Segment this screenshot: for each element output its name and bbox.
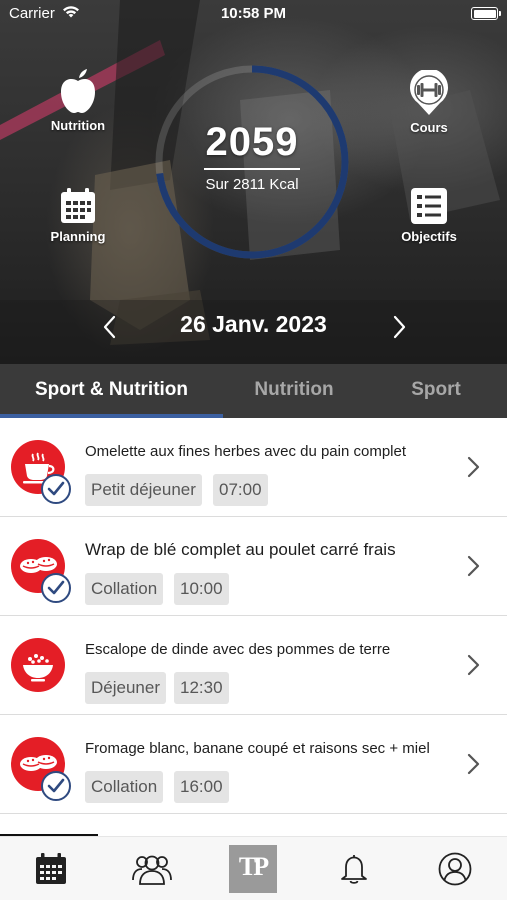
- apple-icon: [61, 69, 95, 113]
- meal-time-tag: 07:00: [213, 474, 268, 506]
- nav-calendar-button[interactable]: [0, 837, 101, 900]
- bell-icon: [340, 855, 367, 884]
- planning-button[interactable]: Planning: [28, 187, 128, 244]
- status-bar: Carrier 10:58 PM: [0, 0, 507, 28]
- meal-row[interactable]: Omelette aux fines herbes avec du pain c…: [0, 418, 507, 517]
- checked-badge: [41, 573, 71, 603]
- meal-type-tag: Déjeuner: [85, 672, 166, 704]
- nav-notifications-button[interactable]: [303, 837, 404, 900]
- check-icon: [47, 580, 65, 595]
- meal-row[interactable]: Fromage blanc, banane coupé et raisons s…: [0, 715, 507, 814]
- dumbbell-pin-icon: [410, 70, 448, 115]
- meal-title: Wrap de blé complet au poulet carré frai…: [85, 540, 396, 559]
- calories-divider: [204, 168, 300, 170]
- calories-value: 2059: [205, 120, 299, 164]
- objectifs-label: Objectifs: [401, 229, 457, 244]
- calendar-icon: [35, 853, 66, 884]
- check-icon: [47, 481, 65, 496]
- group-icon: [131, 855, 172, 885]
- meal-time-tag: 12:30: [174, 672, 229, 704]
- tab-sport[interactable]: Sport: [365, 364, 507, 418]
- calories-total: Sur 2811 Kcal: [205, 176, 299, 193]
- logo-icon: TP: [228, 845, 277, 893]
- planning-label: Planning: [50, 229, 106, 244]
- tab-sport-nutrition[interactable]: Sport & Nutrition: [0, 364, 223, 418]
- cours-label: Cours: [410, 120, 448, 135]
- meal-list: Omelette aux fines herbes avec du pain c…: [0, 418, 507, 814]
- nav-logo-button[interactable]: TP: [202, 837, 303, 900]
- calendar-icon: [61, 188, 95, 223]
- logo-text: TP: [238, 852, 269, 881]
- checked-badge: [41, 771, 71, 801]
- bowl-icon: [23, 654, 53, 682]
- nutrition-button[interactable]: Nutrition: [28, 68, 128, 133]
- nutrition-label: Nutrition: [50, 118, 106, 133]
- check-icon: [47, 778, 65, 793]
- chevron-right-icon: [467, 456, 480, 478]
- hero-header: Carrier 10:58 PM Nutrition Planning Cour…: [0, 0, 507, 364]
- profile-icon: [438, 852, 471, 886]
- meal-time-tag: 10:00: [174, 573, 229, 605]
- meal-icon: [11, 638, 65, 692]
- current-date: 26 Janv. 2023: [180, 311, 327, 337]
- meal-row[interactable]: Wrap de blé complet au poulet carré frai…: [0, 517, 507, 616]
- cours-button[interactable]: Cours: [379, 70, 479, 135]
- meal-row[interactable]: Escalope de dinde avec des pommes de ter…: [0, 616, 507, 715]
- meal-time-tag: 16:00: [174, 771, 229, 803]
- status-time: 10:58 PM: [220, 5, 287, 22]
- checked-badge: [41, 474, 71, 504]
- meal-title: Fromage blanc, banane coupé et raisons s…: [85, 740, 430, 757]
- nav-profile-button[interactable]: [404, 837, 505, 900]
- meal-type-tag: Collation: [85, 771, 164, 803]
- chevron-right-icon: [467, 654, 480, 676]
- objectifs-button[interactable]: Objectifs: [379, 187, 479, 244]
- meal-type-tag: Petit déjeuner: [85, 474, 202, 506]
- calorie-summary: 2059 Sur 2811 Kcal: [150, 60, 354, 264]
- chevron-right-icon: [467, 753, 480, 775]
- tab-nutrition[interactable]: Nutrition: [223, 364, 365, 418]
- tab-bar: Sport & Nutrition Nutrition Sport: [0, 364, 507, 418]
- bottom-nav: TP: [0, 836, 507, 900]
- meal-title: Omelette aux fines herbes avec du pain c…: [85, 443, 407, 460]
- nav-community-button[interactable]: [101, 837, 202, 900]
- meal-title: Escalope de dinde avec des pommes de ter…: [85, 641, 391, 658]
- battery-icon: [471, 7, 501, 20]
- next-day-chevron-icon[interactable]: [387, 312, 411, 342]
- chevron-right-icon: [467, 555, 480, 577]
- meal-type-tag: Collation: [85, 573, 164, 605]
- checklist-icon: [411, 188, 447, 224]
